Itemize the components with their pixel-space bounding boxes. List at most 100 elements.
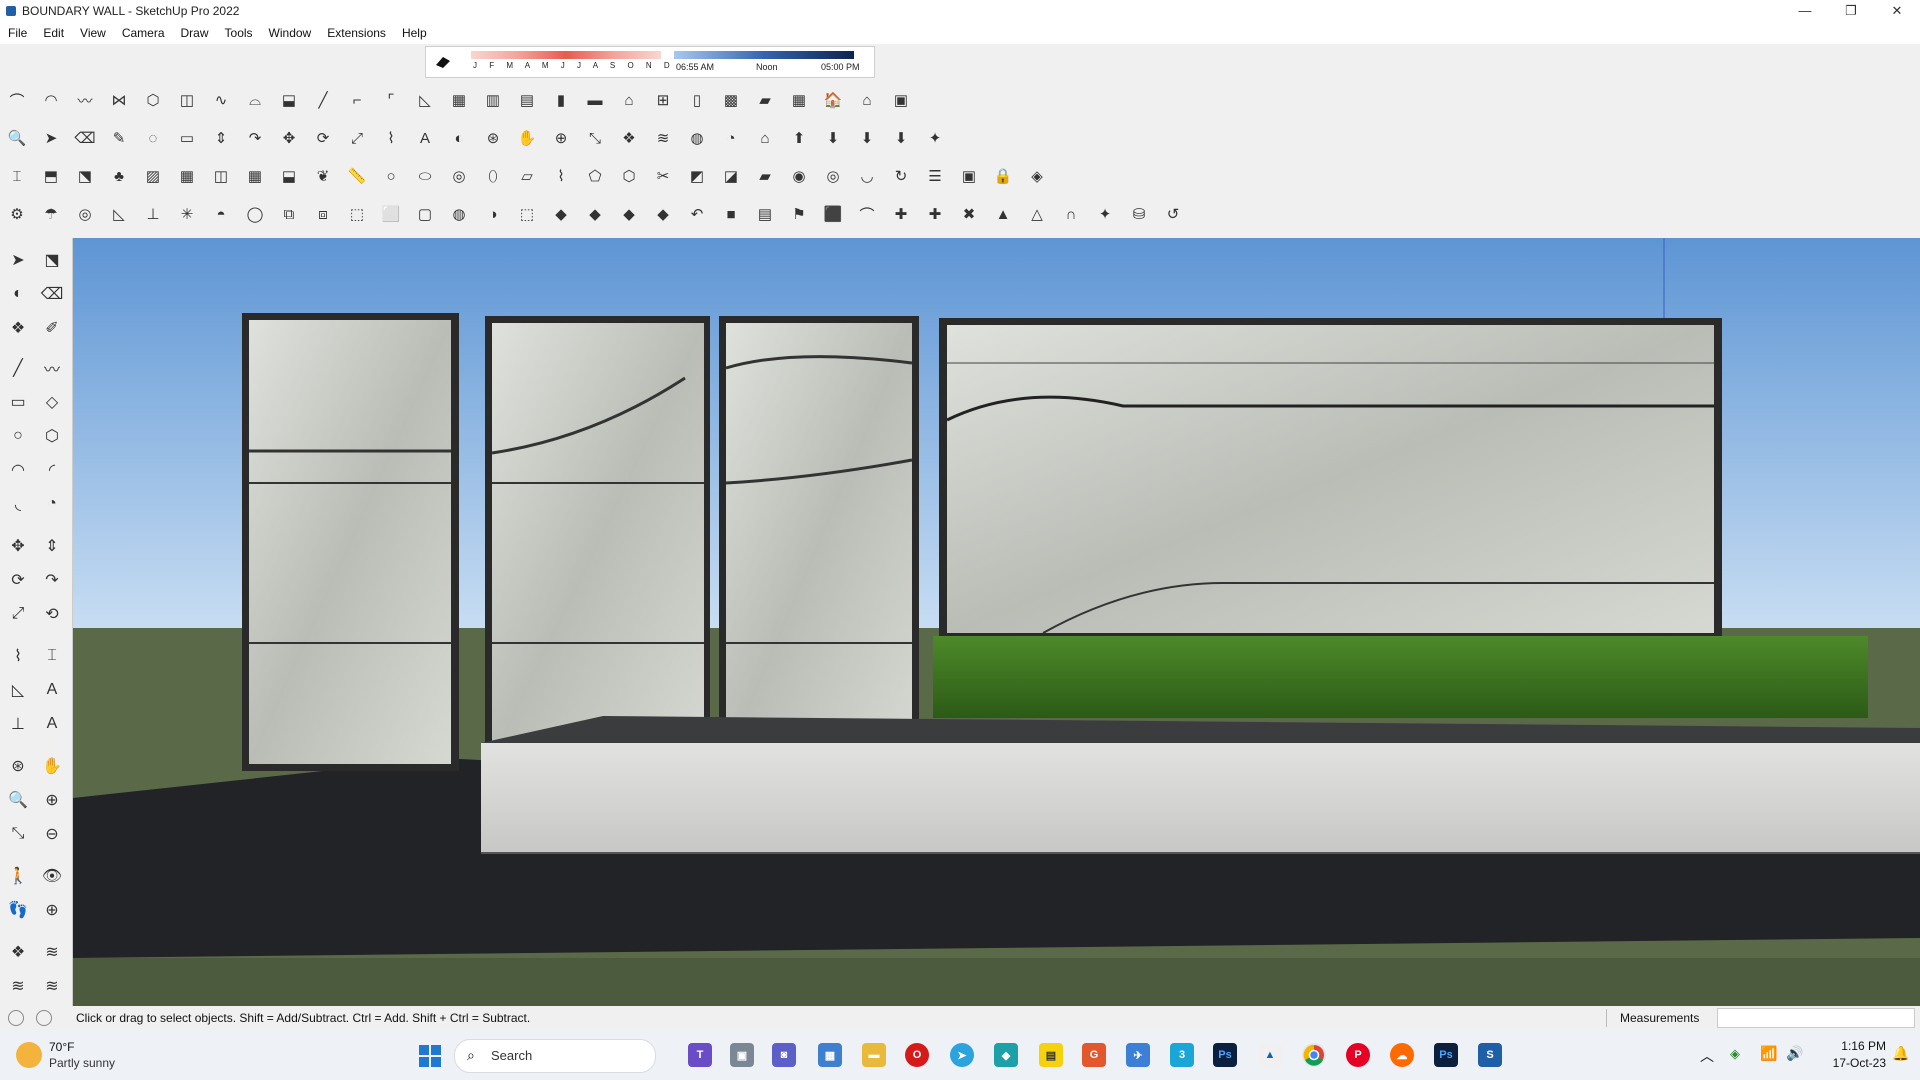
tool-app-icon[interactable]: ✈ <box>1126 1043 1150 1067</box>
wifi-icon[interactable]: 📶 <box>1760 1045 1777 1062</box>
chamfer-tool-icon[interactable]: ◺ <box>414 89 436 111</box>
followme-left-icon[interactable]: ↷ <box>40 568 64 592</box>
offset-left-icon[interactable]: ⟲ <box>40 602 64 626</box>
orbit-icon[interactable]: ⊛ <box>482 127 504 149</box>
ruby-console-icon[interactable]: ✦ <box>924 127 946 149</box>
undo-curve-icon[interactable]: ↺ <box>1162 203 1184 225</box>
sphere-2-icon[interactable]: ◎ <box>822 165 844 187</box>
wireframe-icon[interactable]: ⬜ <box>380 203 402 225</box>
slab-tool-icon[interactable]: ▰ <box>754 89 776 111</box>
menu-file[interactable]: File <box>0 26 35 40</box>
sketchup-3-icon[interactable]: 3 <box>1170 1043 1194 1067</box>
rotate-icon[interactable]: ⟳ <box>312 127 334 149</box>
drape-left-icon[interactable]: ≋ <box>40 974 64 998</box>
tape-left-icon[interactable]: ⌇ <box>6 644 30 668</box>
pinterest-icon[interactable]: P <box>1346 1043 1370 1067</box>
zoom-extents-icon[interactable]: ⤡ <box>584 127 606 149</box>
select-icon[interactable]: ➤ <box>40 127 62 149</box>
maps-app-icon[interactable]: ◆ <box>994 1043 1018 1067</box>
maximize-button[interactable]: ❐ <box>1828 0 1874 22</box>
ellipse-icon[interactable]: ⬭ <box>414 165 436 187</box>
outline-icon[interactable]: ⬡ <box>618 165 640 187</box>
bezier-tool-icon[interactable]: ∿ <box>210 89 232 111</box>
close-button[interactable]: ✕ <box>1874 0 1920 22</box>
bucket-icon[interactable]: ⛁ <box>1128 203 1150 225</box>
arrow-up-red-icon[interactable]: ⬆ <box>788 127 810 149</box>
look-around-left-icon[interactable]: 👁 <box>40 864 64 888</box>
loft-tool-icon[interactable]: ⌓ <box>244 89 266 111</box>
wall-panel-2[interactable] <box>492 323 704 759</box>
scene-canvas[interactable] <box>73 238 1920 1006</box>
protractor-icon[interactable]: ◺ <box>108 203 130 225</box>
lasso-icon[interactable]: ◌ <box>142 127 164 149</box>
weld-tool-icon[interactable]: ⋈ <box>108 89 130 111</box>
wall-panel-1[interactable] <box>249 320 451 764</box>
zoom-icon[interactable]: 🔍 <box>6 127 28 149</box>
path-icon[interactable]: ⌇ <box>550 165 572 187</box>
paint-bucket-icon[interactable]: ◐ <box>448 127 470 149</box>
windows-start-icon[interactable] <box>418 1044 442 1068</box>
3dtext-left-icon[interactable]: A <box>40 712 64 736</box>
rectangle-icon[interactable]: ▭ <box>176 127 198 149</box>
arrow-down-green-icon[interactable]: ⬇ <box>890 127 912 149</box>
push-pull-icon[interactable]: ⇕ <box>210 127 232 149</box>
minimize-button[interactable]: — <box>1782 0 1828 22</box>
shape-icon[interactable]: ⬠ <box>584 165 606 187</box>
teams-icon[interactable]: T <box>688 1043 712 1067</box>
photoshop-2-icon[interactable]: Ps <box>1434 1043 1458 1067</box>
styles-icon[interactable]: ◍ <box>686 127 708 149</box>
arc-tool-icon[interactable]: ◠ <box>40 89 62 111</box>
weather-icon[interactable] <box>16 1042 42 1068</box>
menu-draw[interactable]: Draw <box>173 26 217 40</box>
green-plane-icon[interactable]: ▰ <box>754 165 776 187</box>
footprint-left-icon[interactable]: 👣 <box>6 898 30 922</box>
tray-app-icon[interactable]: ◈ <box>1730 1046 1740 1062</box>
yellow-tile-icon[interactable]: ◆ <box>584 203 606 225</box>
knife-icon[interactable]: ✂ <box>652 165 674 187</box>
axes-left-icon[interactable]: ⊥ <box>6 712 30 736</box>
railing-tool-icon[interactable]: ▥ <box>482 89 504 111</box>
clock-time[interactable]: 1:16 PM <box>1822 1039 1886 1053</box>
clock-date[interactable]: 17-Oct-23 <box>1822 1056 1886 1070</box>
time-slider[interactable] <box>674 51 854 59</box>
paint-tool-icon[interactable]: ◐ <box>6 282 30 306</box>
monochrome-icon[interactable]: ◑ <box>482 203 504 225</box>
zoom-window-left-icon[interactable]: ⊕ <box>40 788 64 812</box>
photoshop-icon[interactable]: Ps <box>1213 1043 1237 1067</box>
blue-face-2-icon[interactable]: ◪ <box>720 165 742 187</box>
line-tool-left-icon[interactable]: ╱ <box>6 356 30 380</box>
beam-tool-icon[interactable]: ▬ <box>584 89 606 111</box>
zoom-window-icon[interactable]: ⊕ <box>550 127 572 149</box>
pan-icon[interactable]: ✋ <box>516 127 538 149</box>
geo-location-icon[interactable] <box>8 1010 24 1026</box>
refresh-icon[interactable]: ↻ <box>890 165 912 187</box>
move-icon[interactable]: ✥ <box>278 127 300 149</box>
axes-icon[interactable]: ⊥ <box>142 203 164 225</box>
polygon-tool-icon[interactable]: ⬡ <box>142 89 164 111</box>
corner-tool-icon[interactable]: ⌐ <box>346 89 368 111</box>
pie-left-icon[interactable]: ◔ <box>40 492 64 516</box>
orbit-left-icon[interactable]: ⊛ <box>6 754 30 778</box>
polygon-left-icon[interactable]: ⬡ <box>40 424 64 448</box>
arrow-down-blue-icon[interactable]: ⬇ <box>822 127 844 149</box>
cube-icon[interactable]: ⬔ <box>74 165 96 187</box>
arc2-left-icon[interactable]: ◜ <box>40 458 64 482</box>
zoom-left-icon[interactable]: 🔍 <box>6 788 30 812</box>
skin-icon[interactable]: ◈ <box>1026 165 1048 187</box>
wall-panel-4[interactable] <box>947 325 1714 633</box>
window-tool-icon[interactable]: ⊞ <box>652 89 674 111</box>
taskbar-search-box[interactable]: ⌕ Search <box>454 1039 656 1073</box>
tape-measure-icon[interactable]: ⌇ <box>380 127 402 149</box>
freehand-left-icon[interactable]: 〰 <box>40 356 64 380</box>
stair-tool-icon[interactable]: ▦ <box>448 89 470 111</box>
flag-icon[interactable]: ⚑ <box>788 203 810 225</box>
arc-left-icon[interactable]: ◠ <box>6 458 30 482</box>
drive-icon[interactable]: ▲ <box>1258 1043 1282 1067</box>
window-frame-icon[interactable]: ▣ <box>958 165 980 187</box>
weather-desc[interactable]: Partly sunny <box>49 1056 115 1070</box>
move-left-icon[interactable]: ✥ <box>6 534 30 558</box>
calculator-icon[interactable]: ▦ <box>818 1043 842 1067</box>
menu-extensions[interactable]: Extensions <box>319 26 394 40</box>
text-icon[interactable]: A <box>414 127 436 149</box>
sun-icon[interactable]: ✳ <box>176 203 198 225</box>
